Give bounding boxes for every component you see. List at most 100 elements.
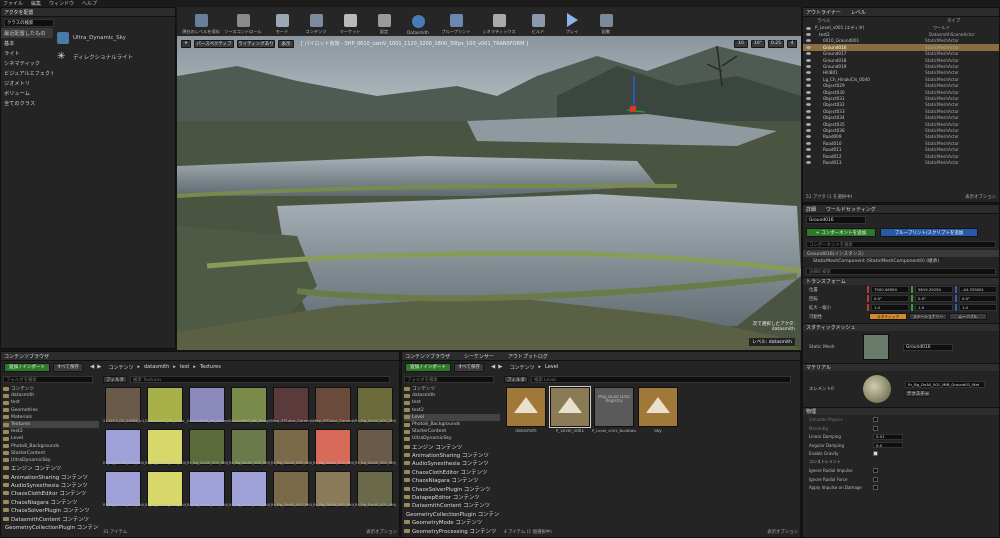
folder-item[interactable]: test — [404, 399, 500, 406]
level-asset[interactable] — [594, 387, 634, 427]
folder-item[interactable]: ChaosSolverPlugin コンテンツ — [3, 506, 99, 514]
eye-icon[interactable] — [806, 135, 811, 139]
play-button[interactable]: プレイ — [555, 7, 589, 37]
texture-asset[interactable] — [273, 471, 309, 507]
loc-value-1[interactable]: 5819.29250 — [915, 286, 953, 294]
content-button[interactable]: コンテンツ — [299, 7, 333, 37]
folder-item[interactable]: StarterContent — [3, 450, 99, 457]
category-lights[interactable]: ライト — [1, 48, 53, 58]
rot-value-1[interactable]: 0.0° — [915, 295, 953, 303]
folder-item[interactable]: Materials — [3, 414, 99, 421]
rot-value-0[interactable]: 0.0° — [871, 295, 909, 303]
texture-asset[interactable] — [189, 387, 225, 423]
material-picker[interactable]: Rr_Bg_DnAll_001_MtB_Ground01_Mat — [905, 381, 985, 389]
texture-asset[interactable] — [105, 471, 141, 507]
modes-tab[interactable]: アクタを配置 — [1, 8, 175, 17]
texture-asset[interactable] — [357, 387, 393, 423]
texture-asset[interactable] — [273, 429, 309, 465]
texture-asset[interactable] — [357, 471, 393, 507]
place-item-dirlight[interactable]: ✳ ディレクショナルライト — [57, 49, 175, 65]
perspective-button[interactable]: パースペクティブ — [194, 39, 234, 48]
add-import-button-2[interactable]: 追加 / インポート — [405, 362, 451, 372]
folder-item[interactable]: エンジン コンテンツ — [404, 443, 500, 451]
menu-file[interactable]: ファイル — [3, 0, 23, 7]
eye-icon[interactable] — [806, 96, 811, 100]
folder-item[interactable]: AudioSynesthesia コンテンツ — [404, 459, 500, 467]
eye-icon[interactable] — [806, 71, 811, 75]
texture-asset[interactable] — [231, 471, 267, 507]
folder-search-1[interactable]: フォルダを検索 — [3, 376, 93, 383]
scale-value-2[interactable]: 1.0 — [959, 304, 997, 312]
material-section[interactable]: マテリアル — [803, 363, 999, 372]
add-component-button[interactable]: + コンポーネントを追加 — [806, 228, 876, 237]
texture-dropdown[interactable]: テクスチャ — [905, 390, 931, 398]
folder-item[interactable]: Level — [404, 413, 500, 421]
eye-icon[interactable] — [806, 33, 811, 37]
add-import-button[interactable]: 追加 / インポート — [4, 362, 50, 372]
outliner-row[interactable]: test2 DatasmithSceneActor — [803, 31, 999, 37]
details-search-input[interactable]: 詳細の検索 — [806, 268, 996, 276]
texture-asset[interactable] — [357, 429, 393, 465]
physics-row-value[interactable]: 0.0 — [873, 442, 903, 449]
asset-search-1[interactable]: 検索 Textures — [130, 376, 390, 383]
eye-icon[interactable] — [806, 26, 811, 30]
texture-asset[interactable] — [231, 429, 267, 465]
folder-item[interactable]: UltraDynamicSky — [3, 457, 99, 464]
forward-icon[interactable]: ▶ — [97, 364, 101, 370]
folder-item[interactable]: ChaosClothEditor コンテンツ — [404, 468, 500, 476]
texture-asset[interactable] — [189, 471, 225, 507]
modes-button[interactable]: モード — [265, 7, 299, 37]
folder-item[interactable]: ChaosClothEditor コンテンツ — [3, 489, 99, 497]
mobility-option-0[interactable]: スタティック — [869, 313, 907, 321]
menu-edit[interactable]: 編集 — [31, 0, 41, 7]
eye-icon[interactable] — [806, 65, 811, 69]
viewport-options-button[interactable]: ▾ — [181, 39, 191, 48]
eye-icon[interactable] — [806, 109, 811, 113]
texture-asset[interactable] — [105, 387, 141, 423]
physics-checkbox[interactable] — [873, 451, 878, 457]
component-search-input[interactable]: コンポーネントを検索 — [806, 241, 996, 248]
outliner-row[interactable]: Road013 StaticMeshActor — [803, 159, 999, 165]
mobility-option-2[interactable]: ムーバブル — [949, 313, 987, 321]
folder-item[interactable]: GeometryCollectionPlugin コンテンツ — [404, 510, 500, 518]
rotation-snap-value[interactable]: 10° — [751, 39, 765, 48]
asset-search-2[interactable]: 検索 Level — [531, 376, 791, 383]
scale-value-1[interactable]: 1.0 — [915, 304, 953, 312]
save-all-button[interactable]: すべて保存 — [53, 362, 83, 372]
folder-item[interactable]: AnimationSharing コンテンツ — [404, 451, 500, 459]
back-icon[interactable]: ◀ — [90, 364, 94, 370]
output-log-tab[interactable]: アウトプットログ — [508, 353, 548, 360]
folder-item[interactable]: DatasmithContent コンテンツ — [3, 514, 99, 523]
eye-icon[interactable] — [806, 103, 811, 107]
physics-checkbox[interactable] — [873, 476, 878, 482]
folder-item[interactable]: UltraDynamicSky — [404, 435, 500, 442]
folder-item[interactable]: StarterContent — [404, 428, 500, 435]
camera-speed-value[interactable]: 4 — [787, 39, 797, 48]
category-basic[interactable]: 基本 — [1, 38, 53, 48]
level-viewport[interactable]: ▾ パースペクティブ ライティングあり 表示 [ パイロット有効 - SHP_0… — [177, 36, 801, 350]
eye-icon[interactable] — [806, 52, 811, 56]
folder-item[interactable]: ChaosNiagara コンテンツ — [3, 498, 99, 506]
category-vfx[interactable]: ビジュアルエフェクト — [1, 68, 53, 78]
eye-icon[interactable] — [806, 84, 811, 88]
transform-section[interactable]: トランスフォーム — [803, 277, 999, 286]
static-mesh-section[interactable]: スタティックメッシュ — [803, 323, 999, 332]
physics-checkbox[interactable] — [873, 468, 878, 474]
filter-button-2[interactable]: フィルタ — [504, 376, 528, 383]
texture-asset[interactable] — [315, 429, 351, 465]
physics-checkbox[interactable] — [873, 425, 878, 431]
marketplace-button[interactable]: マーケット — [333, 7, 367, 37]
texture-asset[interactable] — [315, 387, 351, 423]
folder-item[interactable]: コンテンツ — [3, 385, 99, 392]
physics-row-value[interactable]: 0.01 — [873, 433, 903, 440]
eye-icon[interactable] — [806, 160, 811, 164]
texture-asset[interactable] — [147, 429, 183, 465]
texture-asset[interactable] — [189, 429, 225, 465]
source-control-button[interactable]: ソースコントロール — [221, 7, 265, 37]
mobility-option-1[interactable]: ステーショナリー — [909, 313, 947, 321]
levels-tab[interactable]: レベル — [851, 9, 866, 16]
component-row[interactable]: StaticMeshComponent (StaticMeshComponent… — [803, 257, 999, 264]
texture-asset[interactable] — [231, 387, 267, 423]
physics-checkbox[interactable] — [873, 417, 878, 423]
folder-item[interactable]: datasmith — [404, 392, 500, 399]
